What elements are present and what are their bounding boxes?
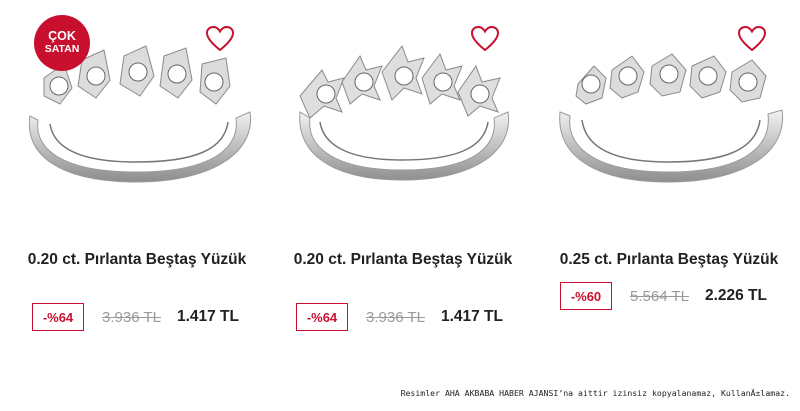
old-price: 3.936 TL: [366, 308, 425, 326]
old-price: 5.564 TL: [630, 287, 689, 305]
discount-badge: -%64: [296, 303, 348, 331]
product-title[interactable]: 0.20 ct. Pırlanta Beştaş Yüzük: [24, 249, 250, 271]
product-title[interactable]: 0.20 ct. Pırlanta Beştaş Yüzük: [290, 249, 516, 271]
product-card[interactable]: ÇOK SATAN 0.20 ct. Pırlanta Beştaş Yüzük…: [4, 0, 270, 385]
discount-badge: -%60: [560, 282, 612, 310]
favorite-heart-icon[interactable]: [205, 25, 235, 52]
product-grid: ÇOK SATAN 0.20 ct. Pırlanta Beştaş Yüzük…: [0, 0, 800, 385]
favorite-heart-icon[interactable]: [470, 25, 500, 52]
price-row: -%60 5.564 TL 2.226 TL: [560, 282, 767, 310]
discount-badge: -%64: [32, 303, 84, 331]
badge-line-1: ÇOK: [48, 29, 76, 43]
product-card[interactable]: 0.20 ct. Pırlanta Beştaş Yüzük -%64 3.93…: [270, 0, 536, 385]
price-row: -%64 3.936 TL 1.417 TL: [296, 303, 503, 331]
current-price: 1.417 TL: [440, 308, 503, 325]
price-row: -%64 3.936 TL 1.417 TL: [32, 303, 239, 331]
old-price: 3.936 TL: [102, 308, 161, 326]
current-price: 1.417 TL: [176, 308, 239, 325]
current-price: 2.226 TL: [704, 287, 767, 304]
bestseller-badge: ÇOK SATAN: [34, 15, 90, 71]
favorite-heart-icon[interactable]: [737, 25, 767, 52]
product-title[interactable]: 0.25 ct. Pırlanta Beştaş Yüzük: [536, 249, 800, 271]
product-card[interactable]: 0.25 ct. Pırlanta Beştaş Yüzük -%60 5.56…: [536, 0, 800, 385]
copyright-note: Resimler AHA AKBABA HABER AJANSI’na aitt…: [400, 388, 790, 398]
badge-line-2: SATAN: [44, 43, 80, 55]
